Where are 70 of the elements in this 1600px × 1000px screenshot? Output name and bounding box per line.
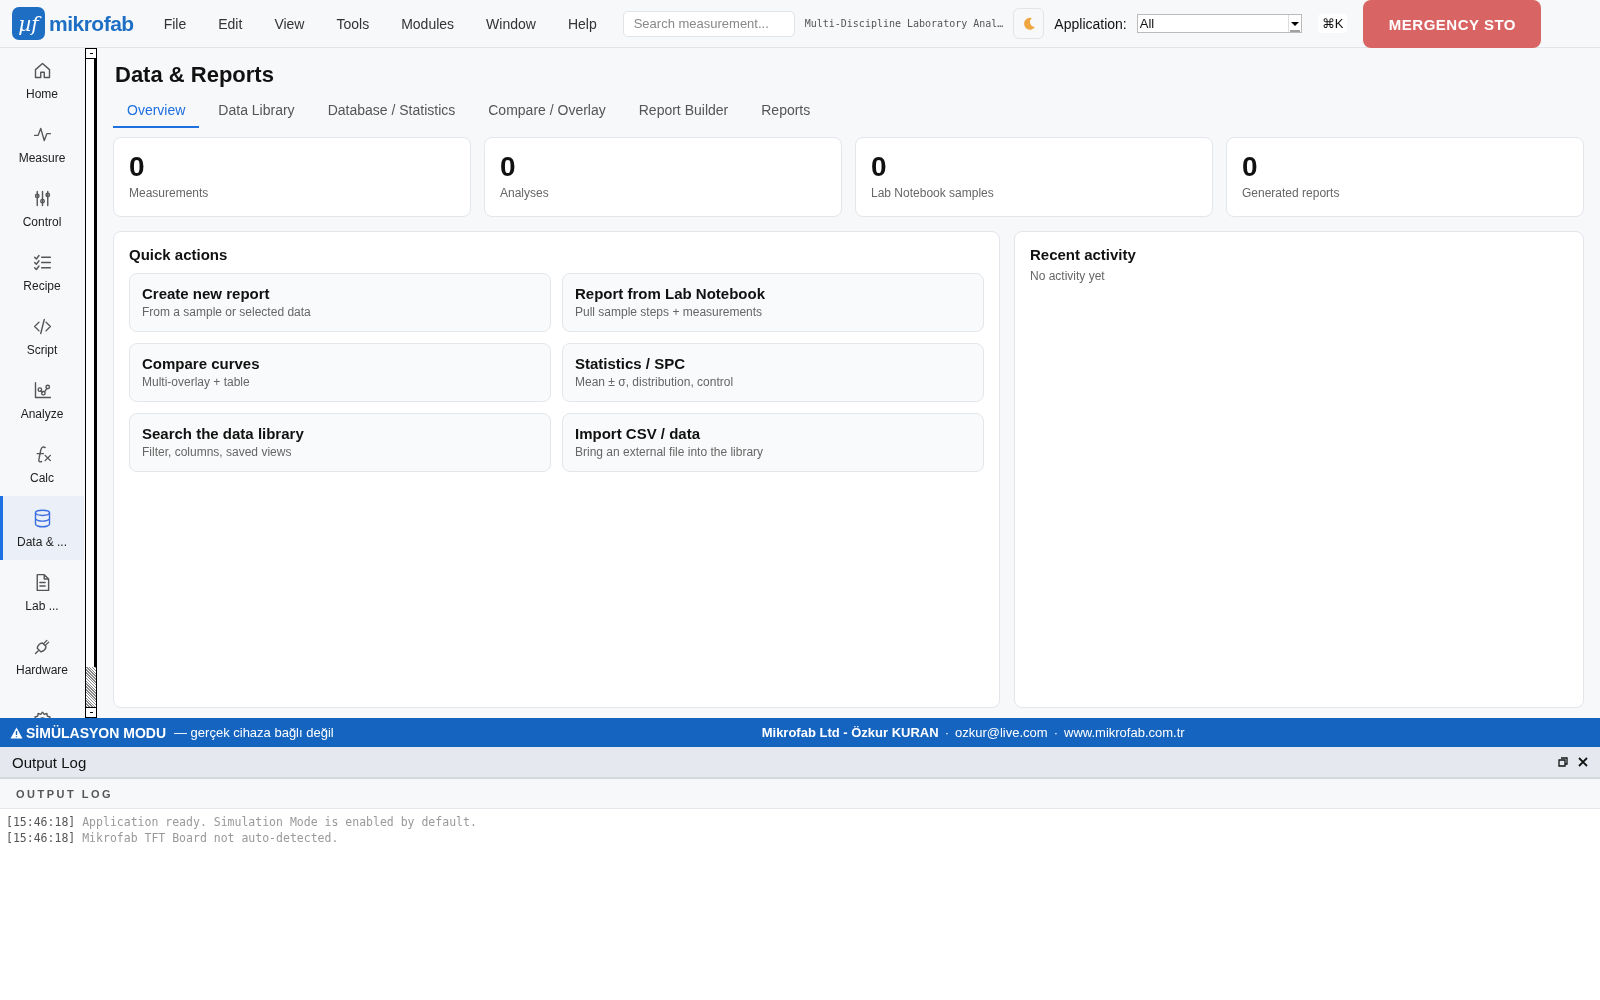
theme-toggle[interactable]: [1013, 8, 1045, 39]
dropdown-caret-icon: [1287, 15, 1301, 32]
close-icon: [1578, 757, 1588, 767]
restore-icon: [1558, 757, 1568, 767]
company-name: Mikrofab Ltd - Özkur KURAN: [761, 725, 939, 740]
page-title: Data & Reports: [115, 62, 275, 88]
menu-item[interactable]: File: [147, 15, 203, 32]
website-link[interactable]: www.mikrofab.com.tr: [1064, 725, 1185, 740]
menu-item[interactable]: Window: [470, 15, 552, 32]
quick-action-button[interactable]: Compare curves Multi-overlay + table: [129, 343, 551, 402]
application-select[interactable]: All: [1136, 14, 1302, 33]
sidebar-item[interactable]: Calc: [0, 432, 84, 496]
stat-label: Measurements: [129, 186, 210, 200]
panel-title: Quick actions: [129, 246, 229, 263]
sidebar-item[interactable]: Script: [0, 304, 84, 368]
quick-action-button[interactable]: Statistics / SPC Mean ± σ, distribution, control: [562, 343, 984, 402]
tab[interactable]: Overview: [113, 94, 200, 128]
menu-item[interactable]: Help: [551, 15, 613, 32]
application-label: Application:: [1054, 15, 1127, 32]
log-timestamp: [15:46:18]: [6, 831, 76, 845]
quick-action-button[interactable]: Create new report From a sample or selected data: [129, 273, 551, 332]
tab[interactable]: Database / Statistics: [313, 94, 470, 128]
warning-icon: [10, 726, 23, 739]
empty-message: No activity yet: [1030, 269, 1106, 283]
stat-value: 0: [500, 150, 517, 184]
mode-label: SİMÜLASYON MODU: [26, 724, 166, 741]
tab[interactable]: Compare / Overlay: [474, 94, 620, 128]
quick-action-button[interactable]: Import CSV / data Bring an external file into the library: [562, 413, 984, 472]
tab[interactable]: Reports: [747, 94, 825, 128]
search-field[interactable]: Search measurement...: [622, 10, 795, 37]
separator: ·: [1053, 725, 1058, 740]
stat-value: 0: [1242, 150, 1259, 184]
menu-item[interactable]: Edit: [202, 15, 259, 32]
logo-mark: µf: [12, 7, 45, 40]
stat-label: Analyses: [500, 186, 550, 200]
log-message: Mikrofab TFT Board not auto-detected.: [82, 831, 339, 845]
close-button[interactable]: [1578, 757, 1588, 767]
sidebar-item[interactable]: Data & ...: [0, 496, 84, 560]
sidebar-item[interactable]: Home: [0, 48, 84, 112]
quick-action-button[interactable]: Report from Lab Notebook Pull sample steps + measurements: [562, 273, 984, 332]
log-message: Application ready. Simulation Mode is enabled by default.: [82, 815, 477, 829]
menu-item[interactable]: Tools: [320, 15, 386, 32]
sidebar-item[interactable]: Measure: [0, 112, 84, 176]
quick-action-button[interactable]: Search the data library Filter, columns, saved views: [129, 413, 551, 472]
emergency-stop-button[interactable]: MERGENCY STO: [1363, 0, 1542, 48]
scrollbar[interactable]: [85, 48, 97, 718]
sidebar-item[interactable]: Recipe: [0, 240, 84, 304]
restore-button[interactable]: [1558, 757, 1568, 767]
menu-item[interactable]: View: [258, 15, 321, 32]
log-section-label: OUTPUT LOG: [16, 787, 114, 800]
stat-label: Generated reports: [1242, 186, 1341, 200]
stat-value: 0: [871, 150, 888, 184]
tab[interactable]: Data Library: [204, 94, 309, 128]
separator: ·: [944, 725, 949, 740]
email-link[interactable]: ozkur@live.com: [955, 725, 1048, 740]
log-panel-title: Output Log: [12, 753, 88, 771]
stat-label: Lab Notebook samples: [871, 186, 995, 200]
stat-value: 0: [129, 150, 146, 184]
shortcut-hint: ⌘K: [1317, 14, 1348, 33]
sidebar-item[interactable]: Analyze: [0, 368, 84, 432]
sidebar-item[interactable]: Lab ...: [0, 560, 84, 624]
sidebar-item[interactable]: Hardware: [0, 624, 84, 688]
mode-note: — gerçek cihaza bağlı değil: [174, 725, 334, 740]
panel-title: Recent activity: [1030, 246, 1137, 263]
logo-text: mikrofab: [49, 11, 134, 36]
menu-item[interactable]: Modules: [385, 15, 471, 32]
window-title: Multi-Discipline Laboratory Anal…: [804, 18, 1004, 29]
sidebar-item[interactable]: Control: [0, 176, 84, 240]
tab[interactable]: Report Builder: [624, 94, 743, 128]
log-timestamp: [15:46:18]: [6, 815, 76, 829]
